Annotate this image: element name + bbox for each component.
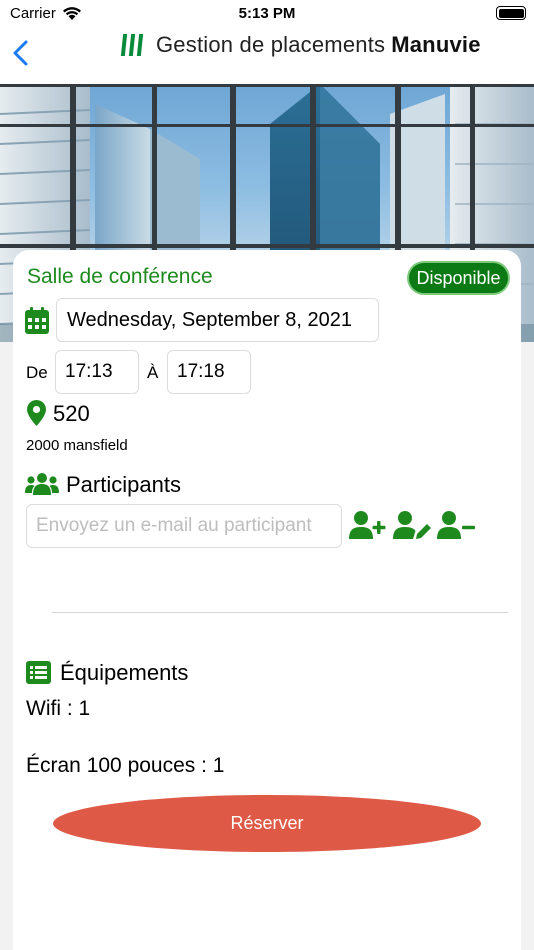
room-card: Salle de conférence Disponible Wednesday… [13, 250, 521, 950]
room-number: 520 [53, 401, 90, 426]
logo-brand: Manuvie [391, 32, 481, 57]
list-icon [26, 661, 51, 684]
navigation-bar: Gestion de placements Manuvie [0, 28, 534, 84]
end-time-picker[interactable]: 17:18 [167, 350, 251, 394]
start-time-picker[interactable]: 17:13 [55, 350, 139, 394]
reserve-button[interactable]: Réserver [53, 795, 481, 852]
chevron-left-icon [13, 40, 28, 66]
remove-participant-button[interactable] [437, 510, 477, 540]
status-badge: Disponible [409, 263, 508, 293]
manulife-logo: Gestion de placements Manuvie [114, 28, 480, 62]
users-icon [25, 473, 59, 495]
back-button[interactable] [10, 38, 40, 72]
add-participant-button[interactable] [349, 510, 387, 540]
location-pin-icon [27, 400, 46, 426]
logo-mark [120, 34, 144, 56]
date-picker[interactable]: Wednesday, September 8, 2021 [56, 298, 379, 342]
equipment-title: Équipements [60, 660, 189, 685]
to-label: À [147, 363, 159, 382]
equipment-item: Écran 100 pouces : 1 [26, 754, 225, 777]
battery-icon [496, 6, 526, 20]
status-bar: Carrier 5:13 PM [0, 0, 534, 28]
room-title: Salle de conférence [27, 265, 213, 288]
equipment-item: Wifi : 1 [26, 697, 91, 720]
from-label: De [26, 363, 48, 382]
participants-title: Participants [66, 472, 181, 497]
logo-text: Gestion de placements [156, 32, 386, 57]
participant-email-input[interactable] [26, 504, 342, 548]
section-divider [52, 612, 508, 613]
edit-participant-button[interactable] [393, 510, 433, 540]
calendar-icon [25, 307, 49, 334]
clock: 5:13 PM [238, 5, 296, 22]
room-address: 2000 mansfield [26, 437, 128, 454]
